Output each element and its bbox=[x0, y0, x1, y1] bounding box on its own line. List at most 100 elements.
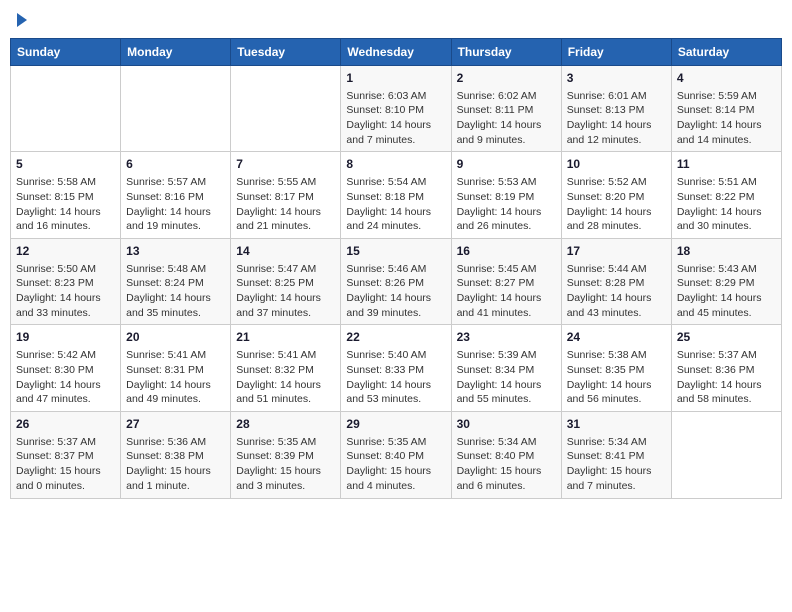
day-info: Sunrise: 5:59 AMSunset: 8:14 PMDaylight:… bbox=[677, 89, 776, 148]
day-number: 25 bbox=[677, 329, 776, 346]
calendar-week-row: 26Sunrise: 5:37 AMSunset: 8:37 PMDayligh… bbox=[11, 411, 782, 498]
day-info: Sunrise: 5:41 AMSunset: 8:31 PMDaylight:… bbox=[126, 348, 225, 407]
calendar-cell: 19 Sunrise: 5:42 AMSunset: 8:30 PMDayligh… bbox=[11, 325, 121, 412]
calendar-cell: 12 Sunrise: 5:50 AMSunset: 8:23 PMDayligh… bbox=[11, 238, 121, 325]
calendar-cell: 29 Sunrise: 5:35 AMSunset: 8:40 PMDayligh… bbox=[341, 411, 451, 498]
calendar-cell bbox=[11, 65, 121, 152]
calendar-header-row: SundayMondayTuesdayWednesdayThursdayFrid… bbox=[11, 38, 782, 65]
day-info: Sunrise: 5:42 AMSunset: 8:30 PMDaylight:… bbox=[16, 348, 115, 407]
calendar-week-row: 5 Sunrise: 5:58 AMSunset: 8:15 PMDaylight… bbox=[11, 152, 782, 239]
calendar-cell: 28Sunrise: 5:35 AMSunset: 8:39 PMDayligh… bbox=[231, 411, 341, 498]
logo bbox=[14, 10, 27, 30]
day-info: Sunrise: 5:39 AMSunset: 8:34 PMDaylight:… bbox=[457, 348, 556, 407]
day-info: Sunrise: 5:37 AMSunset: 8:36 PMDaylight:… bbox=[677, 348, 776, 407]
day-number: 29 bbox=[346, 416, 445, 433]
calendar-cell: 23 Sunrise: 5:39 AMSunset: 8:34 PMDayligh… bbox=[451, 325, 561, 412]
calendar-cell: 1 Sunrise: 6:03 AMSunset: 8:10 PMDaylight… bbox=[341, 65, 451, 152]
calendar-cell: 22 Sunrise: 5:40 AMSunset: 8:33 PMDayligh… bbox=[341, 325, 451, 412]
calendar-cell bbox=[671, 411, 781, 498]
calendar-cell: 6 Sunrise: 5:57 AMSunset: 8:16 PMDaylight… bbox=[121, 152, 231, 239]
day-number: 4 bbox=[677, 70, 776, 87]
day-info: Sunrise: 6:01 AMSunset: 8:13 PMDaylight:… bbox=[567, 89, 666, 148]
calendar-cell: 24 Sunrise: 5:38 AMSunset: 8:35 PMDayligh… bbox=[561, 325, 671, 412]
day-info: Sunrise: 5:38 AMSunset: 8:35 PMDaylight:… bbox=[567, 348, 666, 407]
day-info: Sunrise: 5:34 AMSunset: 8:40 PMDaylight:… bbox=[457, 435, 556, 494]
day-number: 27 bbox=[126, 416, 225, 433]
calendar-header-tuesday: Tuesday bbox=[231, 38, 341, 65]
calendar-cell: 5 Sunrise: 5:58 AMSunset: 8:15 PMDaylight… bbox=[11, 152, 121, 239]
day-info: Sunrise: 5:44 AMSunset: 8:28 PMDaylight:… bbox=[567, 262, 666, 321]
day-number: 21 bbox=[236, 329, 335, 346]
day-info: Sunrise: 5:40 AMSunset: 8:33 PMDaylight:… bbox=[346, 348, 445, 407]
day-info: Sunrise: 5:36 AMSunset: 8:38 PMDaylight:… bbox=[126, 435, 225, 494]
day-number: 5 bbox=[16, 156, 115, 173]
day-info: Sunrise: 6:03 AMSunset: 8:10 PMDaylight:… bbox=[346, 89, 445, 148]
day-info: Sunrise: 5:43 AMSunset: 8:29 PMDaylight:… bbox=[677, 262, 776, 321]
day-number: 3 bbox=[567, 70, 666, 87]
calendar-cell: 13Sunrise: 5:48 AMSunset: 8:24 PMDayligh… bbox=[121, 238, 231, 325]
day-number: 15 bbox=[346, 243, 445, 260]
day-number: 23 bbox=[457, 329, 556, 346]
day-info: Sunrise: 5:47 AMSunset: 8:25 PMDaylight:… bbox=[236, 262, 335, 321]
calendar-cell: 10Sunrise: 5:52 AMSunset: 8:20 PMDayligh… bbox=[561, 152, 671, 239]
day-number: 12 bbox=[16, 243, 115, 260]
day-info: Sunrise: 5:58 AMSunset: 8:15 PMDaylight:… bbox=[16, 175, 115, 234]
day-info: Sunrise: 5:57 AMSunset: 8:16 PMDaylight:… bbox=[126, 175, 225, 234]
calendar-cell bbox=[231, 65, 341, 152]
calendar-cell: 14 Sunrise: 5:47 AMSunset: 8:25 PMDayligh… bbox=[231, 238, 341, 325]
calendar-cell: 27 Sunrise: 5:36 AMSunset: 8:38 PMDayligh… bbox=[121, 411, 231, 498]
day-info: Sunrise: 5:37 AMSunset: 8:37 PMDaylight:… bbox=[16, 435, 115, 494]
day-number: 30 bbox=[457, 416, 556, 433]
page-header bbox=[10, 10, 782, 30]
calendar-cell: 16 Sunrise: 5:45 AMSunset: 8:27 PMDayligh… bbox=[451, 238, 561, 325]
day-number: 31 bbox=[567, 416, 666, 433]
calendar-cell: 11 Sunrise: 5:51 AMSunset: 8:22 PMDayligh… bbox=[671, 152, 781, 239]
day-number: 6 bbox=[126, 156, 225, 173]
day-number: 1 bbox=[346, 70, 445, 87]
day-number: 7 bbox=[236, 156, 335, 173]
calendar-cell: 20Sunrise: 5:41 AMSunset: 8:31 PMDayligh… bbox=[121, 325, 231, 412]
calendar-header-wednesday: Wednesday bbox=[341, 38, 451, 65]
calendar-cell bbox=[121, 65, 231, 152]
day-info: Sunrise: 5:51 AMSunset: 8:22 PMDaylight:… bbox=[677, 175, 776, 234]
calendar-cell: 21 Sunrise: 5:41 AMSunset: 8:32 PMDayligh… bbox=[231, 325, 341, 412]
calendar-cell: 8Sunrise: 5:54 AMSunset: 8:18 PMDaylight… bbox=[341, 152, 451, 239]
day-info: Sunrise: 5:35 AMSunset: 8:40 PMDaylight:… bbox=[346, 435, 445, 494]
day-number: 8 bbox=[346, 156, 445, 173]
day-number: 11 bbox=[677, 156, 776, 173]
day-info: Sunrise: 5:41 AMSunset: 8:32 PMDaylight:… bbox=[236, 348, 335, 407]
day-info: Sunrise: 5:55 AMSunset: 8:17 PMDaylight:… bbox=[236, 175, 335, 234]
day-number: 14 bbox=[236, 243, 335, 260]
calendar-header-monday: Monday bbox=[121, 38, 231, 65]
day-number: 18 bbox=[677, 243, 776, 260]
logo-text bbox=[14, 10, 27, 30]
calendar-cell: 7 Sunrise: 5:55 AMSunset: 8:17 PMDaylight… bbox=[231, 152, 341, 239]
day-number: 28 bbox=[236, 416, 335, 433]
calendar-week-row: 1 Sunrise: 6:03 AMSunset: 8:10 PMDaylight… bbox=[11, 65, 782, 152]
calendar-cell: 31 Sunrise: 5:34 AMSunset: 8:41 PMDayligh… bbox=[561, 411, 671, 498]
day-number: 16 bbox=[457, 243, 556, 260]
day-info: Sunrise: 5:53 AMSunset: 8:19 PMDaylight:… bbox=[457, 175, 556, 234]
calendar-cell: 4 Sunrise: 5:59 AMSunset: 8:14 PMDaylight… bbox=[671, 65, 781, 152]
calendar-cell: 18 Sunrise: 5:43 AMSunset: 8:29 PMDayligh… bbox=[671, 238, 781, 325]
calendar-week-row: 19 Sunrise: 5:42 AMSunset: 8:30 PMDayligh… bbox=[11, 325, 782, 412]
day-info: Sunrise: 5:45 AMSunset: 8:27 PMDaylight:… bbox=[457, 262, 556, 321]
calendar-cell: 30 Sunrise: 5:34 AMSunset: 8:40 PMDayligh… bbox=[451, 411, 561, 498]
calendar-table: SundayMondayTuesdayWednesdayThursdayFrid… bbox=[10, 38, 782, 499]
calendar-header-friday: Friday bbox=[561, 38, 671, 65]
day-number: 9 bbox=[457, 156, 556, 173]
calendar-header-saturday: Saturday bbox=[671, 38, 781, 65]
day-number: 10 bbox=[567, 156, 666, 173]
calendar-week-row: 12 Sunrise: 5:50 AMSunset: 8:23 PMDayligh… bbox=[11, 238, 782, 325]
day-info: Sunrise: 5:50 AMSunset: 8:23 PMDaylight:… bbox=[16, 262, 115, 321]
day-number: 17 bbox=[567, 243, 666, 260]
day-info: Sunrise: 5:34 AMSunset: 8:41 PMDaylight:… bbox=[567, 435, 666, 494]
day-number: 19 bbox=[16, 329, 115, 346]
day-number: 22 bbox=[346, 329, 445, 346]
day-info: Sunrise: 5:46 AMSunset: 8:26 PMDaylight:… bbox=[346, 262, 445, 321]
day-number: 24 bbox=[567, 329, 666, 346]
day-number: 2 bbox=[457, 70, 556, 87]
calendar-cell: 25 Sunrise: 5:37 AMSunset: 8:36 PMDayligh… bbox=[671, 325, 781, 412]
logo-arrow-icon bbox=[17, 13, 27, 27]
calendar-cell: 17 Sunrise: 5:44 AMSunset: 8:28 PMDayligh… bbox=[561, 238, 671, 325]
